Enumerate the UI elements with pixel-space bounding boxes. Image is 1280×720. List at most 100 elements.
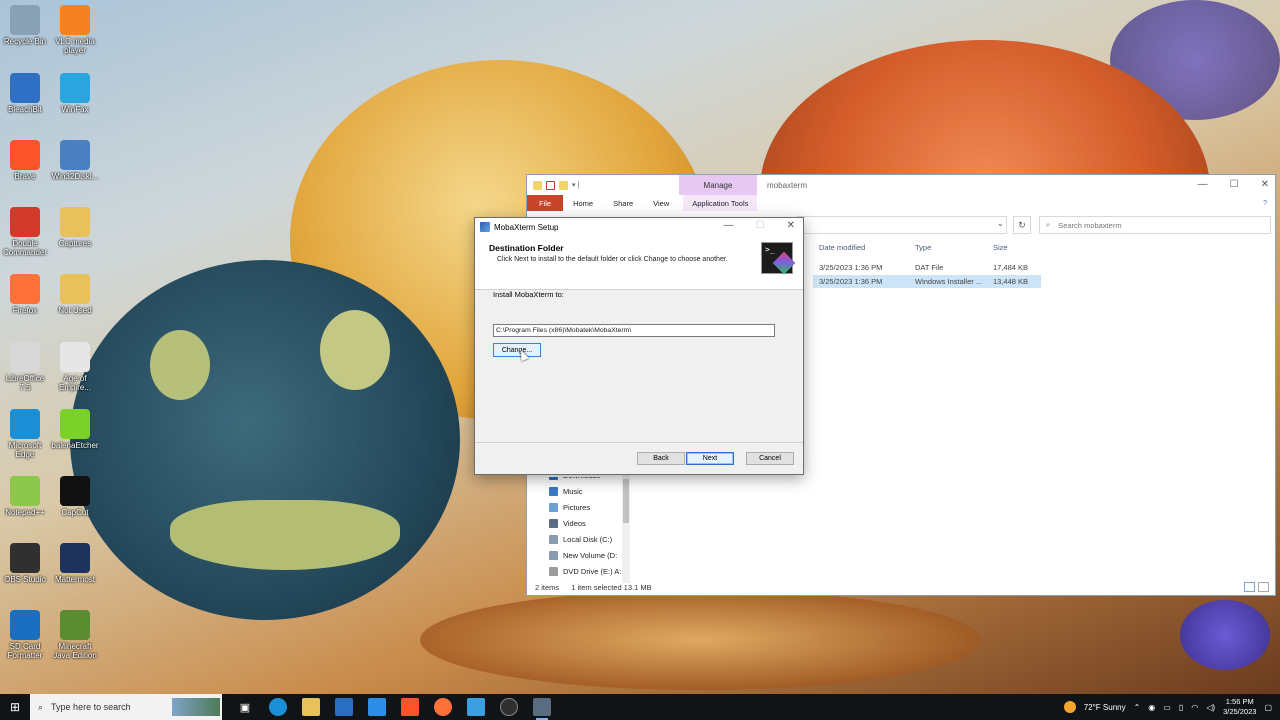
refresh-icon[interactable]: ↻	[1013, 216, 1031, 234]
clock[interactable]: 1:56 PM 3/25/2023	[1223, 697, 1256, 717]
desktop-icon[interactable]: Recycle Bin	[0, 5, 50, 46]
notepad-icon[interactable]	[467, 698, 485, 716]
close-icon[interactable]: ✕	[1261, 179, 1269, 190]
obs-icon[interactable]	[500, 698, 518, 716]
cancel-button[interactable]: Cancel	[746, 452, 794, 465]
dialog-window-controls: — ☐ ✕	[724, 220, 795, 231]
address-bar[interactable]	[797, 216, 1007, 234]
desktop-icon[interactable]: WinFax	[50, 73, 100, 114]
file-explorer-icon[interactable]	[302, 698, 320, 716]
tab-application-tools[interactable]: Application Tools	[683, 195, 758, 211]
music-icon	[549, 487, 558, 496]
desktop-icon[interactable]: Minecraft Java Edition	[50, 610, 100, 660]
weather-text[interactable]: 72°F Sunny	[1084, 703, 1126, 712]
desktop-icon[interactable]: LibreOffice 7.5	[0, 342, 50, 392]
desktop-icon[interactable]: Not Used	[50, 274, 100, 315]
maximize-icon: ☐	[755, 220, 765, 231]
desktop-icon[interactable]: Firefox	[0, 274, 50, 315]
brave-icon[interactable]	[401, 698, 419, 716]
desktop-icon[interactable]: Mattermost	[50, 543, 100, 584]
scrollbar-thumb[interactable]	[623, 479, 629, 523]
volume-icon[interactable]: ◁)	[1206, 703, 1215, 712]
edge-icon[interactable]	[269, 698, 287, 716]
file-type: Windows Installer ...	[915, 277, 983, 286]
nav-item[interactable]: Music	[549, 487, 583, 496]
bleachbit-icon	[10, 73, 40, 103]
desktop-icon-label: CapCut	[61, 508, 89, 517]
desktop-icon[interactable]: VLC media player	[50, 5, 100, 55]
network-icon[interactable]: ◉	[1148, 703, 1155, 712]
dialog-title: MobaXterm Setup	[494, 222, 559, 232]
next-button[interactable]: Next	[686, 452, 734, 465]
ribbon-tabs: File Home Share View Application Tools ?	[527, 195, 1275, 211]
notification-icon[interactable]: ▢	[1264, 703, 1272, 712]
vlc-icon	[60, 5, 90, 35]
task-view-icon[interactable]: ▣	[236, 698, 254, 716]
setup-dialog[interactable]: MobaXterm Setup — ☐ ✕ Destination Folder…	[474, 217, 804, 475]
tab-manage[interactable]: Manage	[679, 175, 757, 195]
navigation-scrollbar[interactable]	[622, 475, 630, 583]
column-header-size[interactable]: Size	[993, 243, 1008, 252]
change-button[interactable]: Change...	[493, 343, 541, 357]
nav-item-label: DVD Drive (E:) A:	[563, 567, 622, 576]
properties-icon[interactable]	[546, 180, 555, 190]
minimize-icon[interactable]: —	[1198, 179, 1208, 190]
folder-icon	[60, 207, 90, 237]
capcut-icon	[60, 476, 90, 506]
desktop-icon[interactable]: SD Card Formatter	[0, 610, 50, 660]
store-icon[interactable]	[335, 698, 353, 716]
installer-icon[interactable]	[533, 698, 551, 720]
wifi-icon[interactable]: ◠	[1191, 703, 1198, 712]
tab-home[interactable]: Home	[563, 199, 603, 208]
desktop-icon[interactable]: Age of Empire...	[50, 342, 100, 392]
nav-item[interactable]: Videos	[549, 519, 586, 528]
details-view-icon[interactable]	[1244, 582, 1255, 592]
sun-icon[interactable]	[1063, 701, 1076, 713]
firefox-icon[interactable]	[434, 698, 452, 716]
battery-icon[interactable]: ▯	[1179, 703, 1183, 712]
desktop-icon[interactable]: Brave	[0, 140, 50, 181]
taskbar-apps: ▣	[236, 698, 551, 720]
chevron-down-icon[interactable]: ▾ |	[572, 181, 579, 189]
selection-info: 1 item selected 13.1 MB	[571, 583, 652, 592]
desktop-icon[interactable]: OBS Studio	[0, 543, 50, 584]
column-header-date[interactable]: Date modified	[819, 243, 865, 252]
tab-share[interactable]: Share	[603, 199, 643, 208]
nav-item[interactable]: Local Disk (C:)	[549, 535, 612, 544]
desktop-icon[interactable]: Notepad++	[0, 476, 50, 517]
desktop-icon[interactable]: CapCut	[50, 476, 100, 517]
back-button[interactable]: Back	[637, 452, 685, 465]
help-icon[interactable]: ?	[1263, 200, 1267, 207]
desktop-icon[interactable]: balenaEtcher	[50, 409, 100, 450]
mobaxterm-logo-icon: >_	[761, 242, 793, 274]
date: 3/25/2023	[1223, 707, 1257, 716]
desktop-icon[interactable]: BleachBit	[0, 73, 50, 114]
desktop-icon[interactable]: Microsoft Edge	[0, 409, 50, 459]
close-icon[interactable]: ✕	[787, 220, 795, 231]
file-row[interactable]: 3/25/2023 1:36 PM Windows Installer ... 13…	[813, 275, 1041, 288]
new-folder-icon[interactable]	[559, 180, 568, 190]
column-header-type[interactable]: Type	[915, 243, 931, 252]
desktop-icon[interactable]: Win32Diskl...	[50, 140, 100, 181]
maximize-icon[interactable]: ☐	[1230, 179, 1239, 190]
chevron-up-icon[interactable]: ⌃	[1134, 703, 1141, 712]
chevron-down-icon[interactable]: ⌄	[997, 219, 1004, 228]
install-path-field[interactable]: C:\Program Files (x86)\Mobatek\MobaXterm…	[493, 324, 775, 337]
desktop-icon-label: BleachBit	[8, 105, 42, 114]
tab-view[interactable]: View	[643, 199, 679, 208]
windows-start-icon[interactable]: ⊞	[0, 694, 30, 720]
desktop-icon[interactable]: Double Commander	[0, 207, 50, 257]
taskbar-search-input[interactable]: ⌕ Type here to search	[30, 694, 222, 720]
nav-item[interactable]: DVD Drive (E:) A:	[549, 567, 621, 576]
mail-icon[interactable]	[368, 698, 386, 716]
search-input[interactable]: ⌕ Search mobaxterm	[1039, 216, 1271, 234]
nav-item[interactable]: Pictures	[549, 503, 590, 512]
tab-file[interactable]: File	[527, 195, 564, 211]
nav-item[interactable]: New Volume (D:	[549, 551, 617, 560]
display-icon[interactable]: ▭	[1163, 703, 1171, 712]
obs-icon	[10, 543, 40, 573]
desktop-icon[interactable]: Captures	[50, 207, 100, 248]
minimize-icon[interactable]: —	[724, 220, 734, 231]
large-icons-view-icon[interactable]	[1258, 582, 1269, 592]
file-row[interactable]: 3/25/2023 1:36 PM DAT File 17,484 KB	[813, 261, 1041, 274]
